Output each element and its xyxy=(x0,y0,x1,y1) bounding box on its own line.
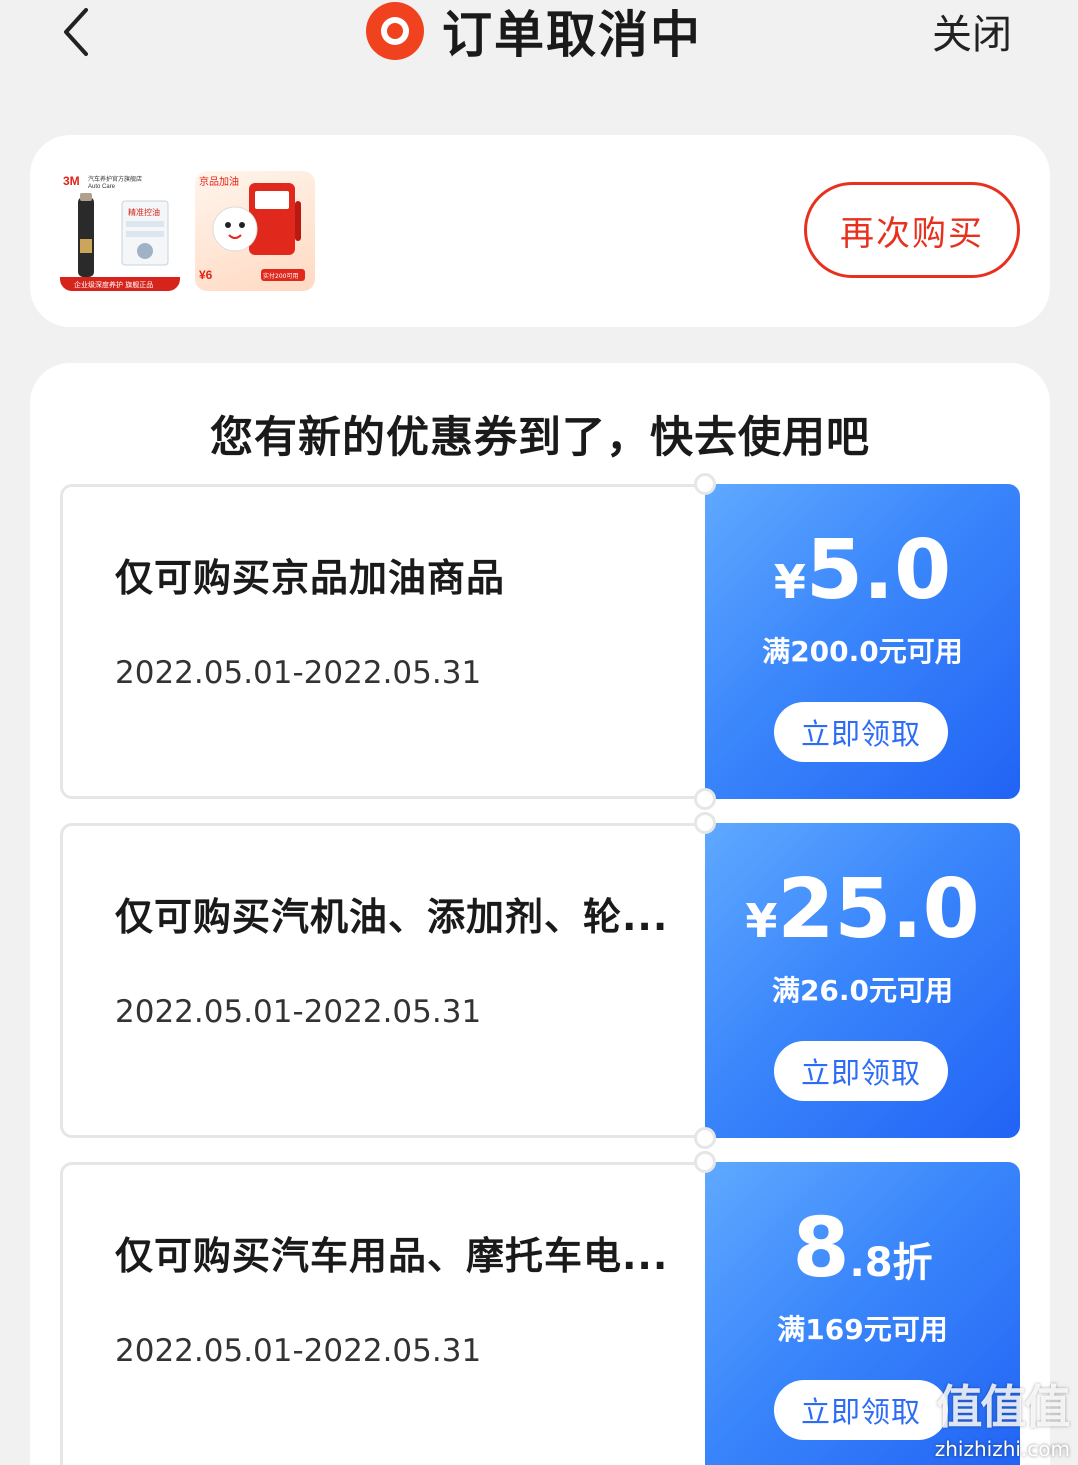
claim-coupon-button[interactable]: 立即领取 xyxy=(774,1380,948,1440)
coupon-info: 仅可购买京品加油商品 2022.05.01-2022.05.31 xyxy=(60,484,706,799)
coupon-card: 仅可购买汽车用品、摩托车电... 2022.05.01-2022.05.31 8… xyxy=(60,1151,1020,1465)
product-jd-fuel-image[interactable]: 京品加油 ¥6 实付200可用 xyxy=(195,171,315,291)
product-tag-label: 实付200可用 xyxy=(263,272,298,280)
coupon-validity: 2022.05.01-2022.05.31 xyxy=(115,994,482,1030)
product-brand-label: 3M xyxy=(63,174,80,188)
coupon-scope: 仅可购买京品加油商品 xyxy=(115,556,506,600)
coupon-amount: ¥5.0 xyxy=(705,526,1020,616)
coupon-value-suffix: .8折 xyxy=(849,1240,933,1286)
buy-again-button[interactable]: 再次购买 xyxy=(804,182,1020,278)
product-footer-label: 企业级深度养护 旗舰正品 xyxy=(74,280,153,289)
top-bar: 订单取消中 关闭 xyxy=(0,0,1078,70)
status-target-icon xyxy=(366,2,424,60)
coupon-scope: 仅可购买汽车用品、摩托车电... xyxy=(115,1234,669,1278)
currency-symbol: ¥ xyxy=(745,894,778,948)
coupon-amount: 8.8折 xyxy=(705,1204,1020,1294)
page-title: 订单取消中 xyxy=(442,6,702,64)
product-badge-label: 精准控油 xyxy=(128,207,160,217)
coupon-value-panel: ¥5.0 满200.0元可用 立即领取 xyxy=(705,484,1020,799)
coupon-info: 仅可购买汽机油、添加剂、轮... 2022.05.01-2022.05.31 xyxy=(60,823,706,1138)
coupon-card: 仅可购买京品加油商品 2022.05.01-2022.05.31 ¥5.0 满2… xyxy=(60,473,1020,810)
title-group: 订单取消中 xyxy=(366,0,702,64)
product-store-label: 汽车养护官方旗舰店 xyxy=(88,175,142,183)
coupon-notch xyxy=(694,812,716,834)
watermark-logo: 值值值 xyxy=(936,1380,1070,1434)
back-icon[interactable] xyxy=(58,6,98,58)
coupon-value-panel: ¥25.0 满26.0元可用 立即领取 xyxy=(705,823,1020,1138)
coupon-heading: 您有新的优惠券到了，快去使用吧 xyxy=(210,413,870,463)
product-price-hint: ¥6 xyxy=(199,268,213,282)
claim-coupon-button[interactable]: 立即领取 xyxy=(774,1041,948,1101)
order-card: 3M 汽车养护官方旗舰店 Auto Care 精准控油 企业级深度养护 旗舰正品… xyxy=(30,135,1050,327)
coupon-notch xyxy=(694,473,716,495)
coupon-notch xyxy=(694,1151,716,1173)
coupon-value: 5.0 xyxy=(805,523,952,618)
product-3m-oil-additive-image[interactable]: 3M 汽车养护官方旗舰店 Auto Care 精准控油 企业级深度养护 旗舰正品 xyxy=(60,171,180,291)
coupon-panel: 您有新的优惠券到了，快去使用吧 仅可购买京品加油商品 2022.05.01-20… xyxy=(30,363,1050,1465)
coupon-value: 25.0 xyxy=(777,862,980,957)
coupon-amount: ¥25.0 xyxy=(705,865,1020,955)
coupon-scope: 仅可购买汽机油、添加剂、轮... xyxy=(115,895,669,939)
currency-symbol: ¥ xyxy=(773,555,806,609)
coupon-condition: 满200.0元可用 xyxy=(762,635,963,668)
coupon-value: 8 xyxy=(792,1201,850,1296)
product-brand-label-2: 京品加油 xyxy=(199,175,239,188)
coupon-validity: 2022.05.01-2022.05.31 xyxy=(115,1333,482,1369)
coupon-notch xyxy=(694,1127,716,1149)
coupon-notch xyxy=(694,788,716,810)
coupon-card: 仅可购买汽机油、添加剂、轮... 2022.05.01-2022.05.31 ¥… xyxy=(60,812,1020,1149)
coupon-info: 仅可购买汽车用品、摩托车电... 2022.05.01-2022.05.31 xyxy=(60,1162,706,1465)
coupon-condition: 满26.0元可用 xyxy=(771,974,954,1007)
product-sub-label: Auto Care xyxy=(88,184,116,190)
coupon-condition: 满169元可用 xyxy=(777,1313,948,1346)
site-watermark: 值值值 zhizhizhi.com xyxy=(934,1371,1071,1461)
close-button[interactable]: 关闭 xyxy=(932,2,1012,60)
watermark-url: zhizhizhi.com xyxy=(934,1437,1070,1461)
claim-coupon-button[interactable]: 立即领取 xyxy=(774,702,948,762)
coupon-validity: 2022.05.01-2022.05.31 xyxy=(115,655,482,691)
